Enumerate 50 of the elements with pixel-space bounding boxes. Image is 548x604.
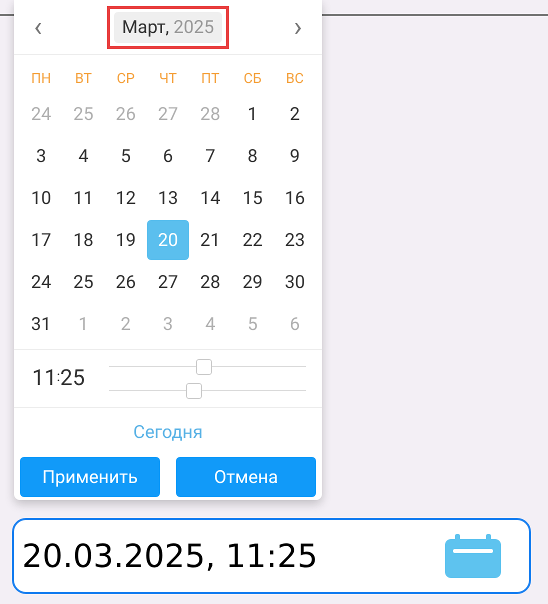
day-cell[interactable]: 18 [62, 220, 104, 260]
day-cell[interactable]: 7 [189, 136, 232, 176]
day-cell[interactable]: 11 [62, 178, 104, 218]
month-year-button[interactable]: Март, 2025 [106, 6, 230, 48]
next-month-button[interactable]: › [288, 13, 308, 41]
day-cell[interactable]: 12 [104, 178, 147, 218]
day-cell[interactable]: 28 [189, 262, 232, 302]
month-label: Март, [122, 16, 170, 38]
day-cell[interactable]: 6 [146, 136, 189, 176]
day-cell[interactable]: 4 [62, 136, 104, 176]
day-cell[interactable]: 16 [274, 178, 316, 218]
weekday-label: ВТ [74, 70, 92, 88]
day-cell[interactable]: 8 [232, 136, 274, 176]
day-cell[interactable]: 9 [274, 136, 316, 176]
slider-thumb[interactable] [196, 358, 212, 374]
day-cell[interactable]: 5 [104, 136, 147, 176]
weekday-label: ЧТ [159, 70, 177, 88]
day-cell[interactable]: 3 [20, 136, 62, 176]
day-cell[interactable]: 31 [20, 304, 62, 344]
day-cell[interactable]: 15 [232, 178, 274, 218]
weekday-label: ВС [286, 70, 304, 88]
time-slider[interactable] [109, 382, 306, 398]
time-display: 11$^{:}$25 [32, 365, 86, 393]
day-cell[interactable]: 23 [274, 220, 316, 260]
weekday-label: ПН [31, 70, 52, 88]
day-cell[interactable]: 13 [146, 178, 189, 218]
time-slider[interactable] [109, 358, 306, 374]
day-cell[interactable]: 25 [62, 262, 104, 302]
calendar-icon[interactable] [445, 534, 501, 578]
slider-thumb[interactable] [186, 382, 202, 398]
year-label: 2025 [174, 16, 214, 38]
date-time-input[interactable]: 20.03.2025, 11:25 [22, 532, 445, 580]
day-cell[interactable]: 1 [232, 94, 274, 134]
date-time-field[interactable]: 20.03.2025, 11:25 [12, 518, 531, 594]
day-cell[interactable]: 10 [20, 178, 62, 218]
day-cell[interactable]: 29 [232, 262, 274, 302]
day-cell[interactable]: 22 [232, 220, 274, 260]
day-cell[interactable]: 19 [104, 220, 147, 260]
day-cell[interactable]: 27 [146, 262, 189, 302]
day-cell[interactable]: 24 [20, 262, 62, 302]
previous-month-button[interactable]: ‹ [28, 13, 48, 41]
day-cell[interactable]: 2 [274, 94, 316, 134]
weekday-label: СБ [244, 70, 262, 88]
weekday-label: ПТ [201, 70, 220, 88]
day-cell[interactable]: 21 [189, 220, 232, 260]
day-cell[interactable]: 26 [104, 262, 147, 302]
weekday-label: СР [116, 70, 135, 88]
day-cell[interactable]: 14 [189, 178, 232, 218]
day-cell[interactable]: 30 [274, 262, 316, 302]
day-cell[interactable]: 17 [20, 220, 62, 260]
